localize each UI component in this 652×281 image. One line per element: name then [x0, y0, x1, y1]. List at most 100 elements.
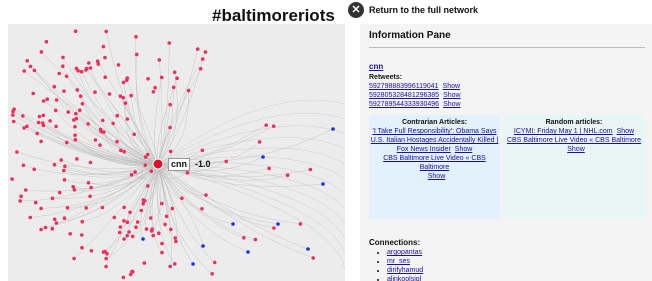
graph-node-red[interactable]: [54, 124, 58, 129]
graph-node-red[interactable]: [146, 77, 150, 81]
graph-node-red[interactable]: [200, 207, 204, 211]
graph-node-red[interactable]: [118, 225, 123, 229]
graph-node-red[interactable]: [95, 59, 100, 63]
graph-node-red[interactable]: [122, 219, 126, 223]
graph-node-red[interactable]: [173, 262, 177, 266]
graph-node-red[interactable]: [41, 99, 46, 103]
retweet-link[interactable]: 592805328481296385: [369, 92, 439, 99]
graph-node-red[interactable]: [200, 148, 205, 153]
connection-link[interactable]: mr_ses: [387, 258, 410, 265]
show-button[interactable]: Show: [443, 83, 461, 90]
return-to-full-network-button[interactable]: ✕ Return to the full network: [348, 2, 478, 18]
graph-node-blue[interactable]: [201, 244, 205, 248]
graph-node-red[interactable]: [122, 237, 126, 241]
graph-node-red[interactable]: [78, 94, 83, 98]
graph-node-red[interactable]: [52, 84, 57, 89]
graph-node-red[interactable]: [80, 245, 84, 250]
graph-node-red[interactable]: [73, 133, 77, 137]
article-link[interactable]: CBS Baltimore Live Video « CBS Baltimore: [507, 137, 641, 144]
graph-node-red[interactable]: [204, 193, 208, 197]
graph-node-red[interactable]: [164, 214, 169, 219]
graph-node-red[interactable]: [142, 261, 147, 265]
graph-node-red[interactable]: [174, 239, 178, 244]
graph-node-red[interactable]: [267, 166, 271, 171]
graph-node-red[interactable]: [104, 29, 108, 34]
graph-node-red[interactable]: [195, 47, 200, 51]
graph-node-red[interactable]: [87, 61, 91, 65]
graph-node-red[interactable]: [62, 89, 66, 93]
graph-node-red[interactable]: [112, 215, 117, 220]
graph-node-red[interactable]: [48, 119, 52, 123]
graph-node-blue[interactable]: [246, 250, 250, 254]
graph-node-blue[interactable]: [231, 222, 235, 226]
graph-node-red[interactable]: [101, 44, 106, 49]
retweet-link[interactable]: 592789544333930496: [369, 101, 439, 108]
graph-node-red[interactable]: [62, 178, 67, 182]
graph-node-red[interactable]: [224, 159, 228, 164]
graph-node-red[interactable]: [64, 74, 69, 79]
show-button[interactable]: Show: [443, 92, 461, 99]
graph-node-red[interactable]: [57, 71, 61, 76]
graph-node-red[interactable]: [32, 68, 37, 73]
graph-node-red[interactable]: [151, 90, 156, 94]
graph-node-red[interactable]: [200, 57, 205, 61]
graph-node-red[interactable]: [117, 230, 122, 235]
graph-node-red[interactable]: [271, 124, 276, 128]
graph-node-red[interactable]: [130, 234, 135, 239]
graph-node-red[interactable]: [28, 64, 33, 69]
graph-node-red[interactable]: [18, 199, 22, 203]
graph-node-red[interactable]: [115, 113, 119, 118]
graph-node-red[interactable]: [160, 201, 164, 206]
graph-node-red[interactable]: [116, 63, 121, 67]
graph-node-red[interactable]: [52, 217, 57, 222]
graph-node-red[interactable]: [159, 75, 164, 80]
graph-node-red[interactable]: [119, 148, 123, 153]
graph-node-red[interactable]: [121, 80, 126, 85]
show-button[interactable]: Show: [428, 173, 446, 180]
graph-node-red[interactable]: [41, 123, 46, 128]
connection-link[interactable]: argopantas: [387, 249, 422, 256]
graph-node-red[interactable]: [66, 110, 71, 114]
graph-node-red[interactable]: [28, 215, 33, 220]
graph-node-red[interactable]: [115, 139, 119, 144]
graph-node-red[interactable]: [125, 76, 130, 80]
graph-node-red[interactable]: [103, 55, 107, 60]
graph-node-red[interactable]: [272, 226, 276, 230]
graph-node-red[interactable]: [100, 118, 105, 123]
graph-node-blue[interactable]: [306, 247, 310, 251]
graph-node-red[interactable]: [264, 123, 269, 127]
graph-node-red[interactable]: [122, 205, 126, 210]
graph-node-red[interactable]: [89, 185, 93, 190]
graph-node-red[interactable]: [84, 206, 88, 210]
graph-node-red[interactable]: [133, 170, 137, 174]
user-link-cnn[interactable]: cnn: [369, 62, 383, 71]
graph-node-red[interactable]: [134, 34, 138, 39]
graph-node-red[interactable]: [125, 220, 130, 224]
graph-node-red[interactable]: [31, 91, 35, 96]
graph-node-red[interactable]: [168, 149, 173, 154]
graph-node-red[interactable]: [93, 90, 97, 94]
graph-node-red[interactable]: [148, 216, 153, 220]
graph-node-red[interactable]: [134, 52, 139, 57]
graph-node-red[interactable]: [61, 55, 65, 60]
graph-node-red[interactable]: [74, 111, 78, 116]
graph-node-red[interactable]: [22, 126, 26, 130]
graph-node-red[interactable]: [89, 249, 94, 253]
graph-node-red[interactable]: [71, 185, 75, 189]
graph-node-red[interactable]: [144, 227, 149, 231]
graph-node-red[interactable]: [298, 222, 303, 226]
graph-node-red[interactable]: [100, 205, 105, 210]
graph-node-red[interactable]: [73, 138, 78, 142]
graph-node-blue[interactable]: [261, 155, 265, 159]
graph-node-red[interactable]: [111, 121, 115, 126]
graph-node-red[interactable]: [128, 210, 132, 215]
graph-node-red[interactable]: [23, 188, 28, 192]
graph-node-red[interactable]: [39, 227, 43, 232]
graph-node-red[interactable]: [75, 157, 79, 161]
graph-node-red[interactable]: [185, 171, 190, 175]
graph-node-red[interactable]: [33, 200, 38, 205]
graph-node-red[interactable]: [98, 143, 102, 147]
graph-node-red[interactable]: [104, 264, 108, 269]
graph-node-red[interactable]: [163, 222, 167, 227]
graph-node-red[interactable]: [132, 132, 136, 137]
